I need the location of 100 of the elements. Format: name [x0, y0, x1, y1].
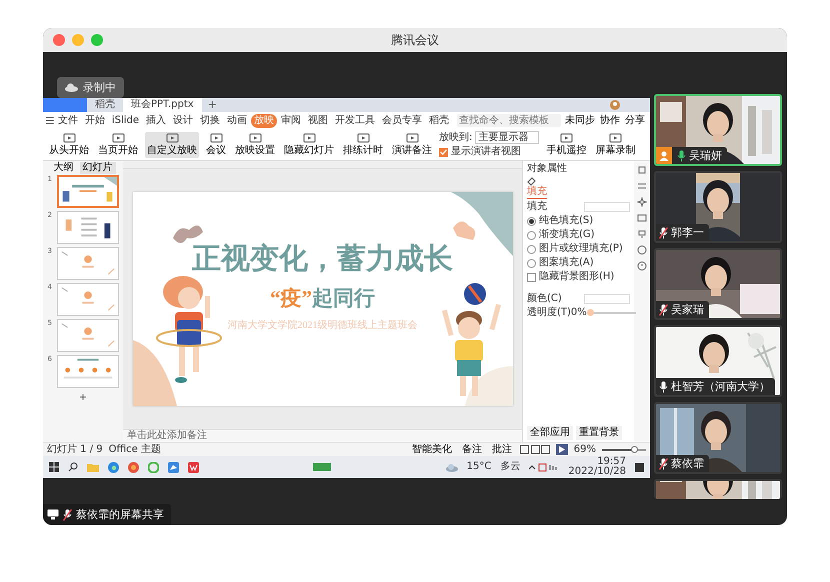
- menu-tab[interactable]: 视图: [305, 114, 331, 128]
- ribbon-button[interactable]: 当页开始: [96, 132, 140, 158]
- menu-icon[interactable]: [46, 117, 54, 124]
- radio-button[interactable]: [527, 258, 536, 268]
- ribbon-button[interactable]: 排练计时: [341, 132, 385, 158]
- field-label: 透明度(T): [527, 307, 571, 319]
- notes-button[interactable]: 备注: [460, 444, 484, 456]
- menu-tab[interactable]: 文件: [54, 114, 81, 128]
- menu-tab[interactable]: 审阅: [278, 114, 304, 128]
- notes-field[interactable]: 单击此处添加备注: [123, 429, 522, 442]
- color-dropdown[interactable]: [584, 294, 630, 304]
- beautify-button[interactable]: 智能美化: [410, 444, 454, 456]
- toolbar-button[interactable]: 分享: [623, 114, 647, 126]
- slide-thumbnail[interactable]: [56, 355, 118, 388]
- menu-tab[interactable]: 切换: [197, 114, 223, 128]
- muted-microphone-icon: [63, 508, 72, 520]
- screen-share-icon: [47, 509, 59, 520]
- section-title: 填充: [527, 201, 547, 213]
- app-icon[interactable]: [148, 462, 159, 472]
- search-icon[interactable]: [68, 462, 78, 472]
- decoration-drawing: [464, 366, 512, 406]
- status-text: 幻灯片 1 / 9: [47, 444, 103, 456]
- notification-icon[interactable]: [635, 462, 644, 472]
- radio-button[interactable]: [527, 244, 536, 254]
- checkbox[interactable]: [439, 148, 448, 156]
- slide-caption: 河南大学文学院2021级明德班线上主题班会: [228, 320, 418, 332]
- display-select[interactable]: 主要显示器: [475, 131, 540, 144]
- tool-icon[interactable]: [637, 261, 647, 271]
- menu-tab[interactable]: 会员专享: [379, 114, 425, 128]
- screen-icon: [608, 133, 622, 144]
- toolbar-button[interactable]: 协作: [598, 114, 622, 126]
- fill-tab[interactable]: 填充: [527, 177, 547, 199]
- panel-button[interactable]: 全部应用: [527, 426, 573, 440]
- radio-label: 纯色填充(S): [539, 215, 594, 227]
- slide-thumbnail[interactable]: [56, 319, 118, 352]
- radio-button[interactable]: [527, 216, 536, 226]
- screen-icon: [248, 133, 262, 144]
- ribbon-button[interactable]: 放映设置: [233, 132, 277, 158]
- menu-tab[interactable]: 动画: [224, 114, 250, 128]
- slide-thumbnail[interactable]: [56, 211, 118, 244]
- ribbon-button[interactable]: 自定义放映: [145, 132, 199, 158]
- play-button[interactable]: [556, 444, 568, 455]
- screen-icon: [560, 133, 573, 144]
- checkbox-label: 隐藏背景图形(H): [539, 271, 614, 283]
- ribbon-button[interactable]: 从头开始: [47, 132, 91, 158]
- slider-reading: 0%: [570, 307, 587, 319]
- comments-button[interactable]: 批注: [490, 444, 514, 456]
- ribbon-button[interactable]: 隐藏幻灯片: [282, 132, 336, 158]
- checkbox-label: 显示演讲者视图: [451, 146, 521, 158]
- panel-button[interactable]: 重置背景: [576, 426, 622, 440]
- menu-tab[interactable]: iSlide: [108, 114, 142, 128]
- menu-tab[interactable]: 稻壳: [426, 114, 452, 128]
- checkbox[interactable]: [527, 272, 536, 282]
- ribbon-button[interactable]: 手机遥控: [544, 132, 588, 158]
- screen-icon: [406, 133, 418, 144]
- menu-tab[interactable]: 设计: [170, 114, 196, 128]
- play-icon: [558, 446, 565, 453]
- panel-tab[interactable]: 大纲: [50, 162, 76, 174]
- slider-thumb[interactable]: [586, 309, 594, 316]
- panel-tab[interactable]: 幻灯片: [80, 162, 116, 174]
- menu-tab[interactable]: 开始: [82, 114, 108, 128]
- app-icon[interactable]: [168, 462, 179, 472]
- search-field[interactable]: 查找命令、搜索模板: [457, 114, 561, 127]
- zoom-button[interactable]: [91, 34, 103, 46]
- tray-icons[interactable]: [529, 462, 560, 472]
- browser-icon[interactable]: [108, 462, 119, 472]
- document-tab[interactable]: 班会PPT.pptx: [123, 98, 202, 112]
- slide-thumbnail[interactable]: [56, 283, 118, 316]
- slide-thumbnail[interactable]: [56, 247, 118, 280]
- radio-button[interactable]: [527, 230, 536, 240]
- slider-thumb[interactable]: [631, 446, 638, 452]
- tool-icon[interactable]: [637, 181, 647, 191]
- start-icon[interactable]: [49, 462, 59, 472]
- new-tab-button[interactable]: +: [202, 98, 223, 112]
- tool-icon[interactable]: [637, 245, 647, 255]
- document-tab[interactable]: 稻壳: [87, 98, 123, 112]
- recording-label: 录制中: [83, 80, 116, 95]
- cloud-icon: [65, 83, 78, 92]
- ribbon-button[interactable]: 会议: [204, 132, 228, 158]
- ribbon-button[interactable]: 屏幕录制: [593, 132, 638, 158]
- tool-icon[interactable]: [637, 165, 647, 175]
- tool-icon[interactable]: [637, 229, 647, 239]
- avatar-icon[interactable]: [610, 100, 620, 110]
- screen-icon: [166, 133, 178, 144]
- temperature: 15°C: [466, 461, 492, 473]
- slide-thumbnail[interactable]: [56, 175, 118, 208]
- menu-tab[interactable]: 开发工具: [332, 114, 378, 128]
- menu-tab[interactable]: 插入: [143, 114, 169, 128]
- browser-icon[interactable]: [128, 462, 139, 472]
- battery-icon: [313, 463, 332, 471]
- toolbar-button[interactable]: 未同步: [563, 114, 597, 126]
- ribbon-button[interactable]: 演讲备注: [390, 132, 434, 158]
- participant-name: 郭李一: [671, 226, 704, 239]
- participant-name: 吴瑞妍: [689, 149, 722, 162]
- app-icon[interactable]: [188, 462, 199, 472]
- screen-icon: [302, 133, 316, 144]
- close-button[interactable]: [53, 34, 65, 46]
- status-text: Office 主题: [108, 444, 162, 456]
- view-icon[interactable]: [520, 445, 550, 454]
- add-slide-button[interactable]: +: [79, 391, 86, 403]
